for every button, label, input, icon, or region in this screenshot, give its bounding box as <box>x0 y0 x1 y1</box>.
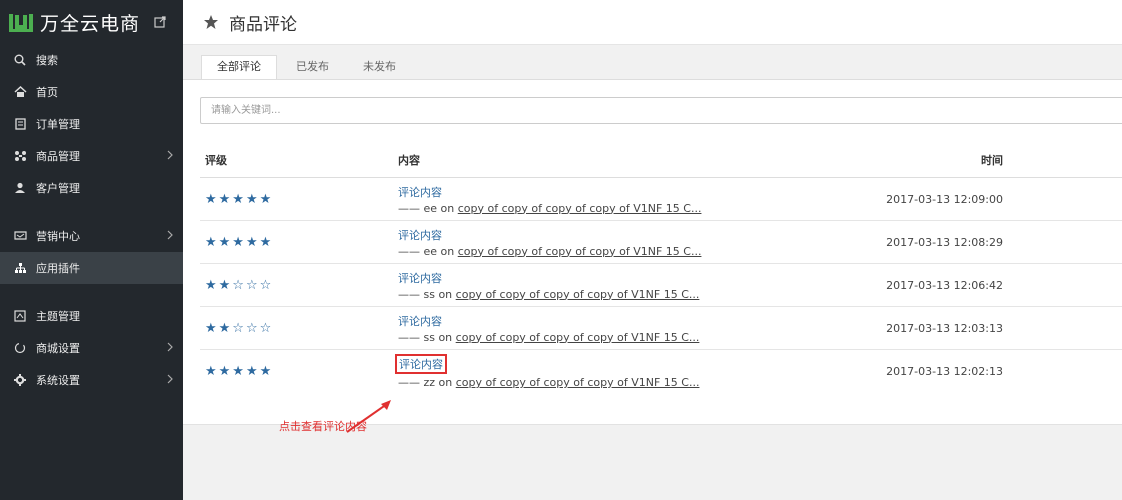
home-icon <box>13 85 27 99</box>
table-row: ★★☆☆☆ 评论内容 —— ss on copy of copy of copy… <box>200 307 1122 350</box>
star-rating: ★★★★★ <box>205 191 274 207</box>
tab-unpublished[interactable]: 未发布 <box>348 56 411 80</box>
product-link[interactable]: copy of copy of copy of copy of V1NF 15 … <box>458 245 702 258</box>
gear-icon <box>13 373 27 387</box>
sidebar-item-themes[interactable]: 主题管理 <box>0 300 183 332</box>
star-rating: ★★★★★ <box>205 364 274 379</box>
sidebar-nav: 搜索 首页 订单管理 商品管理 客户管理 营销中心 应用插件 主题管理 商城设置… <box>0 44 183 396</box>
table-row: ★★☆☆☆ 评论内容 —— ss on copy of copy of copy… <box>200 264 1122 307</box>
sidebar-item-orders[interactable]: 订单管理 <box>0 108 183 140</box>
chevron-right-icon <box>167 374 173 384</box>
tab-published[interactable]: 已发布 <box>281 56 344 80</box>
product-link[interactable]: copy of copy of copy of copy of V1NF 15 … <box>458 202 702 215</box>
review-author: —— zz on <box>398 376 453 389</box>
star-rating: ★★☆☆☆ <box>205 320 274 336</box>
sidebar-item-label: 订单管理 <box>36 118 80 131</box>
review-content-link[interactable]: 评论内容 <box>398 227 442 243</box>
theme-icon <box>13 309 27 323</box>
sidebar-item-products[interactable]: 商品管理 <box>0 140 183 172</box>
review-meta: —— ss on copy of copy of copy of copy of… <box>398 331 838 344</box>
main-content: 全部评论 已发布 未发布 评级 内容 时间 ★★★★★ 评论内容 —— ee o… <box>183 46 1122 500</box>
marketing-icon <box>13 229 27 243</box>
page-header: 商品评论 <box>183 0 1122 45</box>
review-meta: —— ss on copy of copy of copy of copy of… <box>398 288 838 301</box>
sidebar-item-system-settings[interactable]: 系统设置 <box>0 364 183 396</box>
sidebar-item-label: 营销中心 <box>36 230 80 243</box>
search-icon <box>13 53 27 67</box>
sidebar-item-label: 首页 <box>36 86 58 99</box>
external-link-icon[interactable] <box>154 16 166 28</box>
chevron-right-icon <box>167 342 173 352</box>
review-content-link[interactable]: 评论内容 <box>398 313 442 329</box>
star-rating: ★★★★★ <box>205 234 274 250</box>
review-meta: —— zz on copy of copy of copy of copy of… <box>398 376 838 389</box>
sidebar-item-marketing[interactable]: 营销中心 <box>0 220 183 252</box>
brand-logo-icon <box>9 14 33 32</box>
annotation-text: 点击查看评论内容 <box>279 420 367 433</box>
review-author: —— ss on <box>398 330 453 344</box>
review-content-link[interactable]: 评论内容 <box>398 270 442 286</box>
sidebar-item-home[interactable]: 首页 <box>0 76 183 108</box>
sidebar-item-store-settings[interactable]: 商城设置 <box>0 332 183 364</box>
store-settings-icon <box>13 341 27 355</box>
reviews-table: 评级 内容 时间 ★★★★★ 评论内容 —— ee on copy of cop… <box>200 142 1122 393</box>
sidebar-item-search[interactable]: 搜索 <box>0 44 183 76</box>
product-link[interactable]: copy of copy of copy of copy of V1NF 15 … <box>456 376 700 389</box>
column-header-content: 内容 <box>398 153 420 167</box>
sidebar-item-label: 系统设置 <box>36 374 80 387</box>
plugin-icon <box>13 261 27 275</box>
review-author: —— ee on <box>398 244 455 258</box>
star-rating: ★★☆☆☆ <box>205 277 274 293</box>
sidebar-item-label: 客户管理 <box>36 182 80 195</box>
review-time: 2017-03-13 12:08:29 <box>886 235 1003 249</box>
tab-bar: 全部评论 已发布 未发布 <box>183 46 1122 80</box>
review-time: 2017-03-13 12:02:13 <box>886 365 1003 378</box>
column-header-time: 时间 <box>981 153 1003 167</box>
sidebar-item-label: 主题管理 <box>36 310 80 323</box>
review-author: —— ee on <box>398 201 455 215</box>
search-input[interactable] <box>200 97 1122 124</box>
sidebar: 万全云电商 搜索 首页 订单管理 商品管理 客户管理 营销中心 应用插件 主题管… <box>0 0 183 500</box>
customer-icon <box>13 181 27 195</box>
reviews-panel: 评级 内容 时间 ★★★★★ 评论内容 —— ee on copy of cop… <box>183 79 1122 433</box>
review-meta: —— ee on copy of copy of copy of copy of… <box>398 245 838 258</box>
brand[interactable]: 万全云电商 <box>0 0 183 44</box>
tab-all-reviews[interactable]: 全部评论 <box>201 55 277 80</box>
review-time: 2017-03-13 12:03:13 <box>886 321 1003 335</box>
column-header-rating: 评级 <box>205 153 227 167</box>
sidebar-item-plugins[interactable]: 应用插件 <box>0 252 183 284</box>
sidebar-item-label: 商城设置 <box>36 342 80 355</box>
review-meta: —— ee on copy of copy of copy of copy of… <box>398 202 838 215</box>
product-link[interactable]: copy of copy of copy of copy of V1NF 15 … <box>456 288 700 301</box>
order-icon <box>13 117 27 131</box>
table-row: ★★★★★ 评论内容 —— ee on copy of copy of copy… <box>200 221 1122 264</box>
review-time: 2017-03-13 12:09:00 <box>886 192 1003 206</box>
star-icon <box>204 15 218 29</box>
review-author: —— ss on <box>398 287 453 301</box>
table-header: 评级 内容 时间 <box>200 142 1122 178</box>
review-content-link-highlighted[interactable]: 评论内容 <box>395 354 447 374</box>
table-row: ★★★★★ 评论内容 —— ee on copy of copy of copy… <box>200 178 1122 221</box>
sidebar-item-label: 搜索 <box>36 54 58 67</box>
page-title: 商品评论 <box>229 14 297 35</box>
product-link[interactable]: copy of copy of copy of copy of V1NF 15 … <box>456 331 700 344</box>
chevron-right-icon <box>167 230 173 240</box>
chevron-right-icon <box>167 150 173 160</box>
review-content-link[interactable]: 评论内容 <box>398 184 442 200</box>
sidebar-item-customers[interactable]: 客户管理 <box>0 172 183 204</box>
sidebar-item-label: 应用插件 <box>36 262 80 275</box>
sidebar-item-label: 商品管理 <box>36 150 80 163</box>
product-icon <box>13 149 27 163</box>
brand-name: 万全云电商 <box>40 12 141 35</box>
review-time: 2017-03-13 12:06:42 <box>886 278 1003 292</box>
table-row: ★★★★★ 评论内容 —— zz on copy of copy of copy… <box>200 350 1122 393</box>
app-root: 万全云电商 搜索 首页 订单管理 商品管理 客户管理 营销中心 应用插件 主题管… <box>0 0 1122 500</box>
